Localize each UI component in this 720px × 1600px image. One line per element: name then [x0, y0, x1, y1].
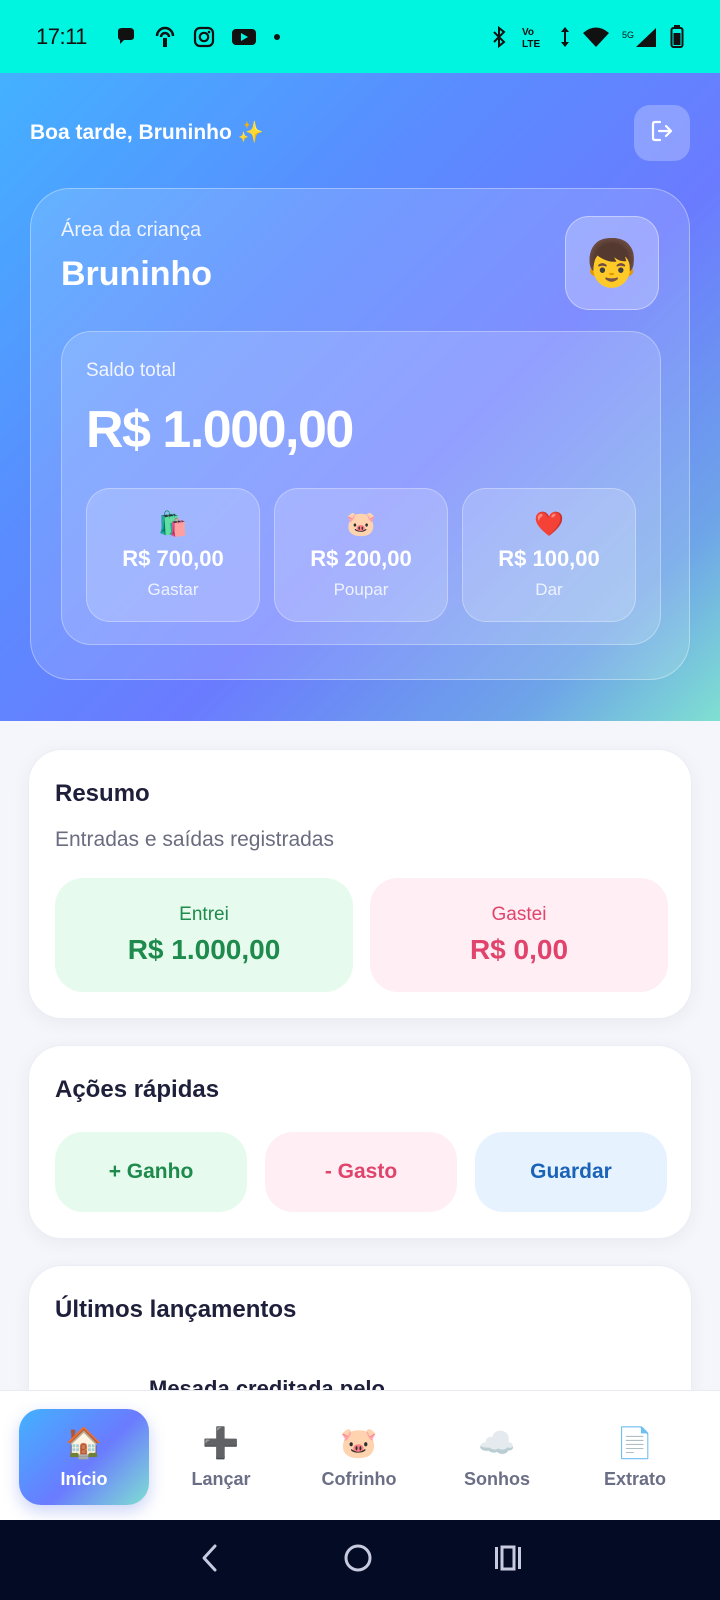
notification-icons — [115, 26, 281, 48]
more-notifications-icon — [273, 33, 281, 41]
jar-value: R$ 200,00 — [310, 546, 412, 571]
recents-icon[interactable] — [493, 1544, 523, 1577]
pig-icon: 🐷 — [346, 511, 376, 538]
instagram-icon — [193, 26, 215, 48]
greeting: Boa tarde, Bruninho ✨ — [30, 121, 264, 144]
nav-sonhos[interactable]: ☁️ Sonhos — [432, 1409, 562, 1505]
jar-label: Dar — [535, 580, 563, 599]
shopping-bags-icon: 🛍️ — [158, 511, 188, 538]
logout-button[interactable] — [634, 105, 690, 161]
expense-box: Gastei R$ 0,00 — [370, 878, 668, 992]
balance-label: Saldo total — [86, 360, 176, 381]
latest-title: Últimos lançamentos — [55, 1296, 297, 1323]
nav-extrato[interactable]: 📄 Extrato — [570, 1409, 700, 1505]
svg-text:5G: 5G — [622, 30, 634, 40]
nav-label: Sonhos — [464, 1468, 530, 1489]
nav-inicio[interactable]: 🏠 Início — [19, 1409, 149, 1505]
jar-poupar[interactable]: 🐷 R$ 200,00 Poupar — [274, 488, 448, 622]
jar-gastar[interactable]: 🛍️ R$ 700,00 Gastar — [86, 488, 260, 622]
jar-value: R$ 700,00 — [122, 546, 224, 571]
chat-icon — [115, 26, 137, 48]
avatar[interactable]: 👦 — [565, 216, 659, 310]
add-gain-button[interactable]: + Ganho — [55, 1132, 247, 1212]
home-circle-icon[interactable] — [343, 1543, 373, 1578]
hotspot-icon — [153, 26, 177, 48]
balance-value: R$ 1.000,00 — [86, 401, 354, 459]
jar-dar[interactable]: ❤️ R$ 100,00 Dar — [462, 488, 636, 622]
quick-actions-title: Ações rápidas — [55, 1076, 220, 1103]
svg-text:LTE: LTE — [522, 39, 540, 50]
income-label: Entrei — [179, 904, 229, 925]
data-arrows-icon — [560, 26, 570, 48]
wifi-icon — [582, 26, 610, 48]
balance-card: Saldo total R$ 1.000,00 🛍️ R$ 700,00 Gas… — [61, 331, 661, 645]
cloud-icon: ☁️ — [478, 1426, 516, 1460]
plus-icon: ➕ — [202, 1426, 240, 1460]
status-bar: 17:11 Vo LTE 5G — [0, 0, 720, 73]
youtube-icon — [231, 27, 257, 47]
nav-label: Início — [60, 1468, 108, 1489]
nav-label: Cofrinho — [321, 1468, 397, 1489]
home-icon: 🏠 — [65, 1426, 103, 1460]
add-expense-button[interactable]: - Gasto — [265, 1132, 457, 1212]
heart-icon: ❤️ — [534, 511, 564, 538]
quick-actions-card: Ações rápidas + Ganho - Gasto Guardar — [28, 1045, 692, 1239]
summary-subtitle: Entradas e saídas registradas — [55, 828, 334, 851]
signal-icon: 5G — [622, 26, 658, 48]
jars-row: 🛍️ R$ 700,00 Gastar 🐷 R$ 200,00 Poupar ❤… — [86, 488, 636, 622]
nav-label: Extrato — [603, 1468, 666, 1489]
volte-icon: Vo LTE — [520, 24, 548, 50]
save-money-button[interactable]: Guardar — [475, 1132, 667, 1212]
system-icons: Vo LTE 5G — [490, 24, 684, 50]
income-box: Entrei R$ 1.000,00 — [55, 878, 353, 992]
nav-lancar[interactable]: ➕ Lançar — [156, 1409, 286, 1505]
system-nav-bar — [0, 1520, 720, 1600]
back-icon[interactable] — [197, 1543, 223, 1578]
jar-label: Poupar — [333, 580, 389, 599]
hero-header: Boa tarde, Bruninho ✨ Área da criança Br… — [0, 73, 720, 721]
area-label: Área da criança — [61, 219, 202, 241]
expense-label: Gastei — [491, 904, 547, 925]
nav-cofrinho[interactable]: 🐷 Cofrinho — [294, 1409, 424, 1505]
summary-card: Resumo Entradas e saídas registradas Ent… — [28, 749, 692, 1019]
logout-icon — [649, 118, 675, 149]
document-icon: 📄 — [616, 1426, 654, 1460]
piggy-bank-icon: 🐷 — [340, 1426, 378, 1460]
child-profile-card: Área da criança Bruninho 👦 Saldo total R… — [30, 188, 690, 680]
svg-text:Vo: Vo — [522, 27, 534, 38]
nav-label: Lançar — [191, 1468, 251, 1489]
summary-title: Resumo — [55, 780, 150, 807]
expense-value: R$ 0,00 — [469, 934, 569, 965]
jar-value: R$ 100,00 — [498, 546, 600, 571]
bluetooth-icon — [490, 25, 508, 49]
bottom-nav: 🏠 Início ➕ Lançar 🐷 Cofrinho ☁️ Sonhos 📄… — [0, 1390, 720, 1520]
status-time: 17:11 — [36, 23, 87, 49]
jar-label: Gastar — [147, 580, 199, 599]
child-name: Bruninho — [61, 255, 213, 293]
income-value: R$ 1.000,00 — [127, 934, 281, 965]
battery-icon — [670, 24, 684, 49]
